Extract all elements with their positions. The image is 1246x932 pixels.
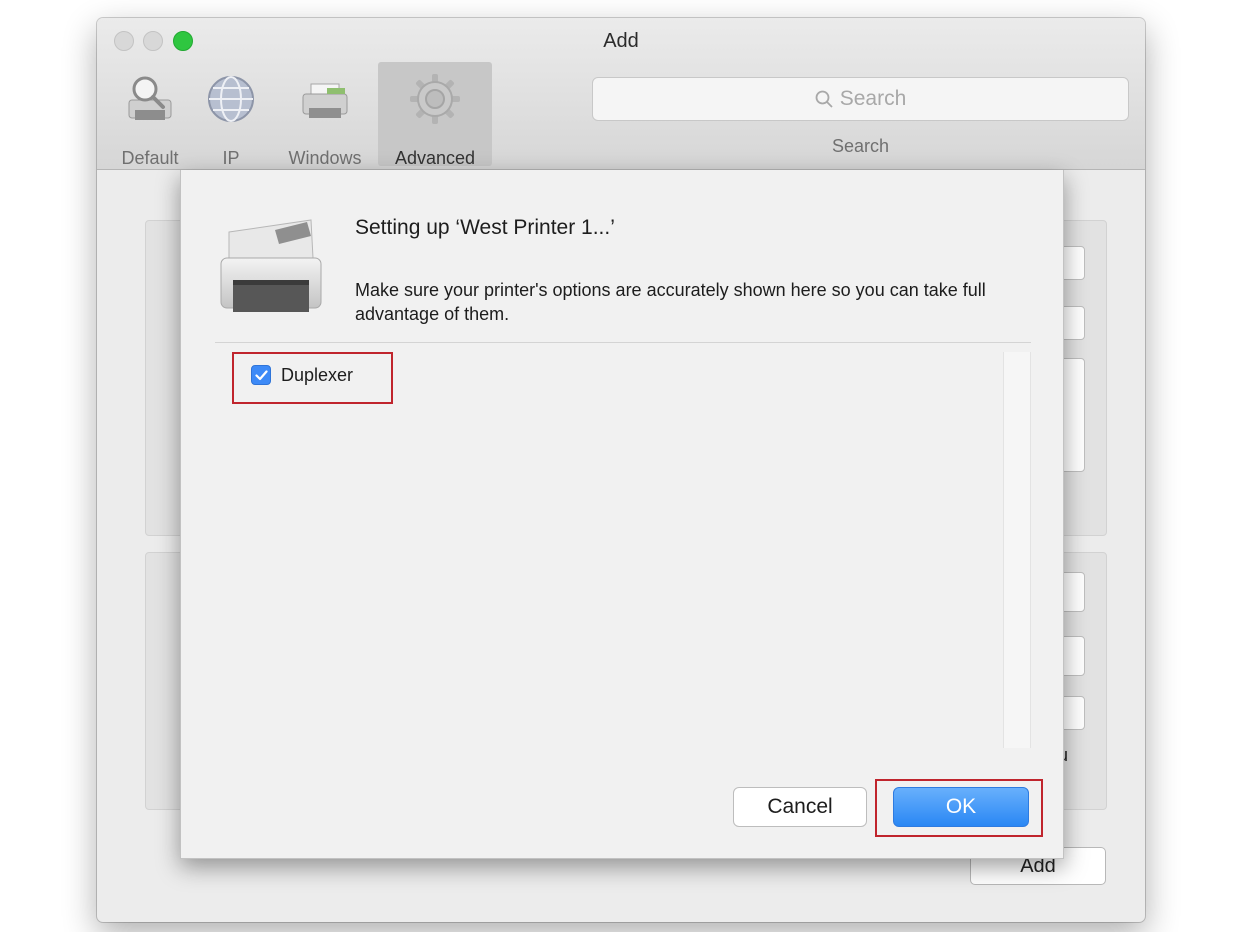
search-field[interactable]: Search: [592, 77, 1129, 121]
search-toolbar-label: Search: [831, 136, 890, 156]
default-printer-icon: [128, 76, 172, 120]
duplexer-checkbox[interactable]: [251, 365, 271, 385]
sheet-message: Make sure your printer's options are acc…: [355, 280, 986, 324]
sheet-title: Setting up ‘West Printer 1...’: [355, 216, 615, 239]
duplexer-label: Duplexer: [281, 364, 354, 385]
toolbar-advanced-label: Advanced: [394, 148, 476, 168]
setup-sheet-dialog: Setting up ‘West Printer 1...’ Make sure…: [180, 170, 1064, 859]
toolbar-default-label: Default: [121, 148, 179, 168]
toolbar-windows-button[interactable]: Windows: [275, 62, 375, 168]
globe-icon: [208, 76, 254, 122]
toolbar-default-button[interactable]: Default: [109, 62, 191, 168]
toolbar-ip-button[interactable]: IP: [195, 62, 267, 168]
toolbar-ip-label: IP: [222, 148, 240, 168]
scrollbar[interactable]: [1003, 352, 1031, 748]
toolbar-windows-label: Windows: [288, 148, 362, 168]
windows-printer-icon: [302, 83, 348, 118]
window-title: Add: [603, 30, 639, 52]
duplexer-option[interactable]: Duplexer: [251, 361, 353, 389]
gear-icon: [410, 74, 460, 124]
checkmark-icon: [254, 369, 268, 380]
printer-icon: [220, 219, 322, 312]
ok-button[interactable]: OK: [893, 787, 1029, 827]
search-placeholder: Search: [839, 87, 907, 110]
toolbar-advanced-button[interactable]: Advanced: [378, 62, 492, 168]
separator: [215, 342, 1031, 343]
cancel-button[interactable]: Cancel: [733, 787, 867, 827]
toolbar: Add Default IP Windows Advanced Search S…: [97, 18, 1145, 170]
search-icon: [815, 90, 833, 108]
